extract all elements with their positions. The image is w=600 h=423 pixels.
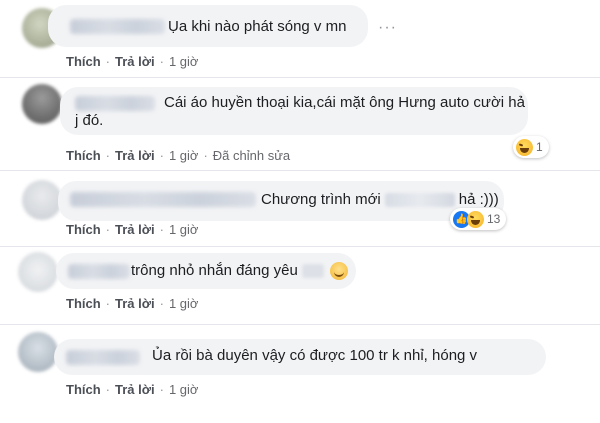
- reply-link[interactable]: Trả lời: [115, 222, 155, 237]
- reaction-summary[interactable]: 👍 13: [450, 208, 507, 230]
- like-link[interactable]: Thích: [66, 222, 101, 237]
- comment-actions: Thích · Trả lời · 1 giờ: [66, 382, 199, 397]
- reply-link[interactable]: Trả lời: [115, 148, 155, 163]
- haha-icon: [516, 138, 533, 156]
- timestamp[interactable]: 1 giờ: [169, 382, 199, 397]
- comment-text-line2: j đó.: [75, 112, 104, 129]
- comment-text: Ủa rồi bà duyên vậy có được 100 tr k nhỉ…: [152, 347, 478, 364]
- comment-actions: Thích · Trả lời · 1 giờ: [66, 296, 199, 311]
- avatar[interactable]: [22, 180, 62, 220]
- commenter-name[interactable]: [75, 96, 155, 111]
- haha-icon: [467, 210, 484, 228]
- timestamp[interactable]: 1 giờ: [169, 222, 199, 237]
- like-link[interactable]: Thích: [66, 296, 101, 311]
- reaction-count: 1: [536, 140, 543, 154]
- reply-link[interactable]: Trả lời: [115, 296, 155, 311]
- like-link[interactable]: Thích: [66, 382, 101, 397]
- edited-label[interactable]: Đã chỉnh sửa: [213, 148, 290, 163]
- reply-link[interactable]: Trả lời: [115, 54, 155, 69]
- comment-text: Ụa khi nào phát sóng v mn: [168, 18, 347, 35]
- commenter-name[interactable]: [70, 19, 165, 34]
- reply-link[interactable]: Trả lời: [115, 382, 155, 397]
- timestamp[interactable]: 1 giờ: [169, 296, 199, 311]
- commenter-name[interactable]: [68, 264, 130, 279]
- commenter-name[interactable]: [70, 192, 256, 207]
- comment-actions: Thích · Trả lời · 1 giờ · Đã chỉnh sửa: [66, 148, 291, 163]
- more-options-icon[interactable]: ···: [378, 19, 397, 37]
- smile-emoji-icon: [329, 262, 348, 281]
- divider: [0, 324, 600, 325]
- comment-text-line1: Cái áo huyền thoại kia,cái mặt ông Hưng …: [164, 94, 525, 111]
- timestamp[interactable]: 1 giờ: [169, 54, 199, 69]
- timestamp[interactable]: 1 giờ: [169, 148, 199, 163]
- reaction-summary[interactable]: 1: [513, 136, 549, 158]
- comment-text: trông nhỏ nhắn đáng yêu: [131, 261, 348, 281]
- divider: [0, 246, 600, 247]
- comment-actions: Thích · Trả lời · 1 giờ: [66, 222, 199, 237]
- comment-text: Chương trình mới hả :))): [261, 191, 499, 208]
- comment-actions: Thích · Trả lời · 1 giờ: [66, 54, 199, 69]
- like-link[interactable]: Thích: [66, 148, 101, 163]
- like-link[interactable]: Thích: [66, 54, 101, 69]
- blurred-mention: [384, 193, 455, 208]
- avatar[interactable]: [18, 332, 58, 372]
- blurred-content: [301, 264, 324, 279]
- divider: [0, 170, 600, 171]
- avatar[interactable]: [18, 252, 58, 292]
- reaction-count: 13: [487, 212, 501, 226]
- divider: [0, 77, 600, 78]
- commenter-name[interactable]: [66, 350, 140, 365]
- avatar[interactable]: [22, 84, 62, 124]
